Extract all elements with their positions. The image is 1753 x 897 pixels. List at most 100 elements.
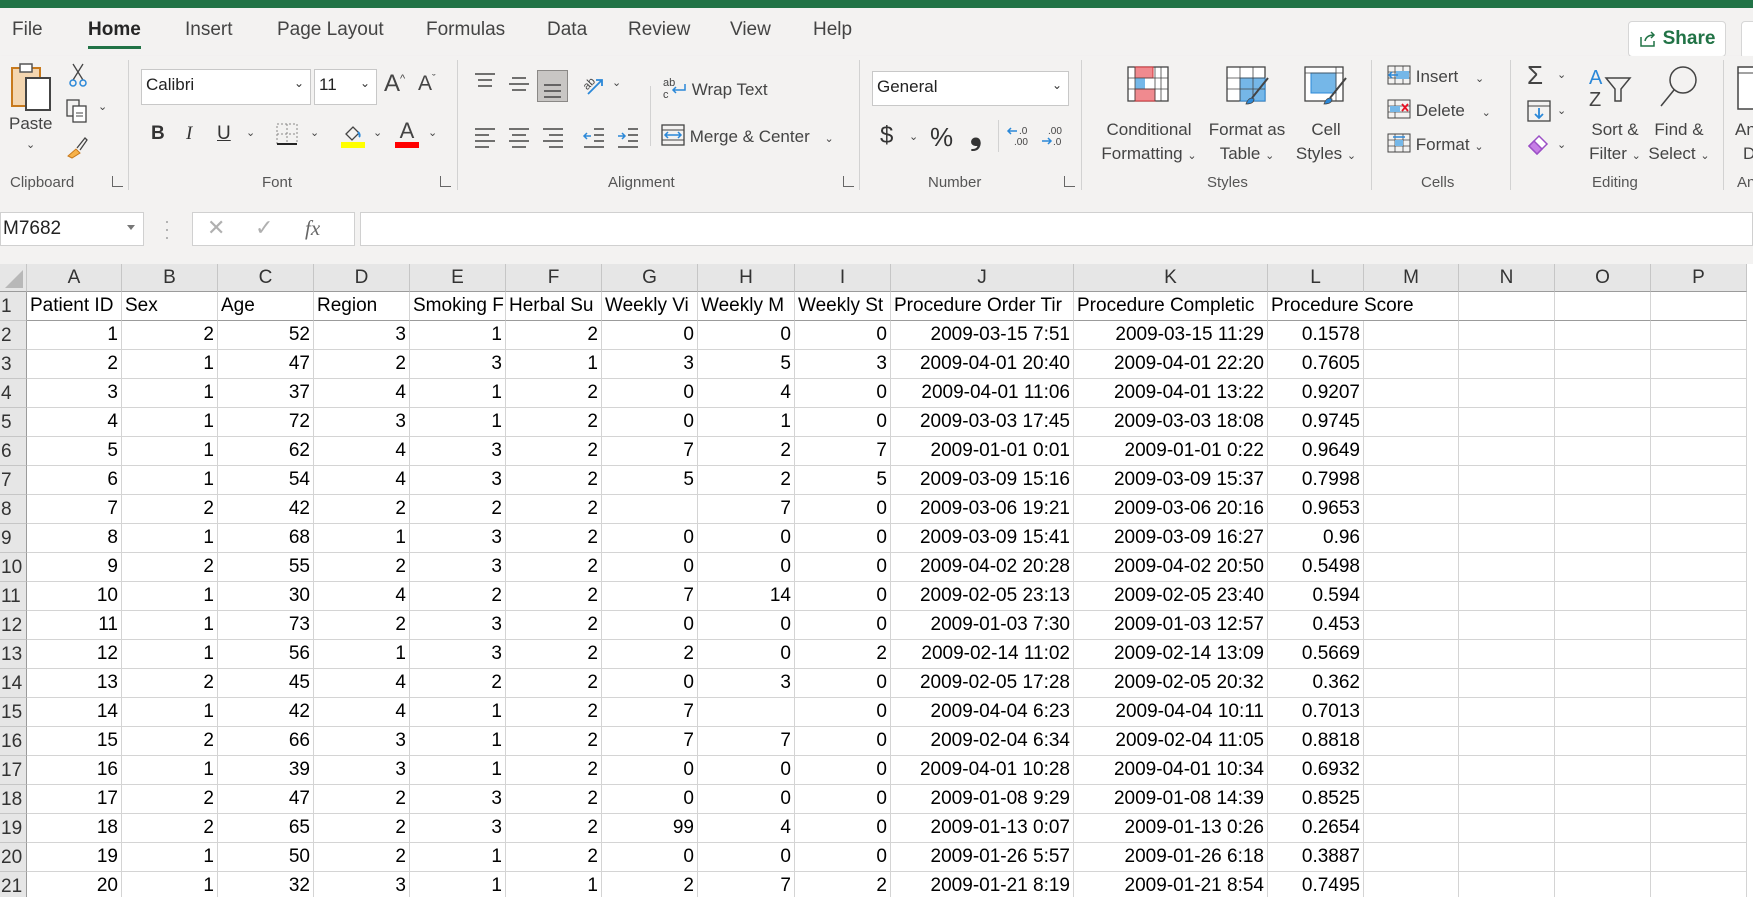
cell-f4[interactable]: 2 [506, 379, 602, 408]
row-header[interactable]: 18 [0, 785, 27, 814]
cell-b8[interactable]: 2 [122, 495, 218, 524]
cell-o16[interactable] [1555, 727, 1651, 756]
cell-n10[interactable] [1459, 553, 1555, 582]
cell-o3[interactable] [1555, 350, 1651, 379]
cell-p4[interactable] [1651, 379, 1747, 408]
cell-j2[interactable]: 2009-03-15 7:51 [891, 321, 1074, 350]
cell-b2[interactable]: 2 [122, 321, 218, 350]
cell-a20[interactable]: 19 [27, 843, 122, 872]
cell-n13[interactable] [1459, 640, 1555, 669]
cell-d1[interactable]: Region [314, 292, 410, 321]
cell-l11[interactable]: 0.594 [1268, 582, 1364, 611]
cell-e5[interactable]: 1 [410, 408, 506, 437]
cell-b9[interactable]: 1 [122, 524, 218, 553]
align-right-icon[interactable] [541, 126, 565, 148]
row-header[interactable]: 16 [0, 727, 27, 756]
cell-d11[interactable]: 4 [314, 582, 410, 611]
currency-button[interactable]: $ [880, 122, 893, 150]
cell-b12[interactable]: 1 [122, 611, 218, 640]
cell-j20[interactable]: 2009-01-26 5:57 [891, 843, 1074, 872]
cell-a10[interactable]: 9 [27, 553, 122, 582]
cell-f14[interactable]: 2 [506, 669, 602, 698]
column-header-b[interactable]: B [122, 264, 218, 292]
cell-m21[interactable] [1364, 872, 1459, 897]
cell-h15[interactable] [698, 698, 795, 727]
cell-k11[interactable]: 2009-02-05 23:40 [1074, 582, 1268, 611]
cell-c5[interactable]: 72 [218, 408, 314, 437]
cell-j12[interactable]: 2009-01-03 7:30 [891, 611, 1074, 640]
cell-f18[interactable]: 2 [506, 785, 602, 814]
cell-e2[interactable]: 1 [410, 321, 506, 350]
cell-n19[interactable] [1459, 814, 1555, 843]
cell-p15[interactable] [1651, 698, 1747, 727]
cell-k18[interactable]: 2009-01-08 14:39 [1074, 785, 1268, 814]
cell-e4[interactable]: 1 [410, 379, 506, 408]
cell-n18[interactable] [1459, 785, 1555, 814]
cell-p6[interactable] [1651, 437, 1747, 466]
cell-g12[interactable]: 0 [602, 611, 698, 640]
cell-n20[interactable] [1459, 843, 1555, 872]
cell-g20[interactable]: 0 [602, 843, 698, 872]
currency-dropdown-icon[interactable]: ⌄ [909, 130, 918, 143]
cell-j10[interactable]: 2009-04-02 20:28 [891, 553, 1074, 582]
cell-b15[interactable]: 1 [122, 698, 218, 727]
cell-j17[interactable]: 2009-04-01 10:28 [891, 756, 1074, 785]
cell-h14[interactable]: 3 [698, 669, 795, 698]
cell-j6[interactable]: 2009-01-01 0:01 [891, 437, 1074, 466]
cell-e1[interactable]: Smoking F [410, 292, 506, 321]
cell-a19[interactable]: 18 [27, 814, 122, 843]
italic-button[interactable]: I [186, 123, 192, 145]
cell-m16[interactable] [1364, 727, 1459, 756]
column-header-c[interactable]: C [218, 264, 314, 292]
format-cells-button[interactable]: Format ⌄ [1387, 132, 1484, 155]
column-header-l[interactable]: L [1268, 264, 1364, 292]
cell-p5[interactable] [1651, 408, 1747, 437]
cell-m7[interactable] [1364, 466, 1459, 495]
cell-b6[interactable]: 1 [122, 437, 218, 466]
cell-a12[interactable]: 11 [27, 611, 122, 640]
row-header[interactable]: 15 [0, 698, 27, 727]
cell-o12[interactable] [1555, 611, 1651, 640]
cell-a14[interactable]: 13 [27, 669, 122, 698]
cell-g13[interactable]: 2 [602, 640, 698, 669]
cell-n15[interactable] [1459, 698, 1555, 727]
row-header[interactable]: 1 [0, 292, 27, 321]
underline-dropdown-icon[interactable]: ⌄ [246, 126, 255, 139]
cell-k12[interactable]: 2009-01-03 12:57 [1074, 611, 1268, 640]
cell-l20[interactable]: 0.3887 [1268, 843, 1364, 872]
cell-f8[interactable]: 2 [506, 495, 602, 524]
format-painter-icon[interactable] [64, 134, 90, 160]
tab-insert[interactable]: Insert [185, 19, 233, 41]
copy-icon[interactable] [64, 98, 90, 124]
cell-h16[interactable]: 7 [698, 727, 795, 756]
cell-f13[interactable]: 2 [506, 640, 602, 669]
font-launcher-icon[interactable] [440, 176, 451, 187]
tab-view[interactable]: View [730, 19, 771, 41]
cell-j14[interactable]: 2009-02-05 17:28 [891, 669, 1074, 698]
middle-align-icon[interactable] [507, 74, 531, 94]
cell-a4[interactable]: 3 [27, 379, 122, 408]
cell-m2[interactable] [1364, 321, 1459, 350]
cell-o21[interactable] [1555, 872, 1651, 897]
row-header[interactable]: 14 [0, 669, 27, 698]
cell-c15[interactable]: 42 [218, 698, 314, 727]
cell-m14[interactable] [1364, 669, 1459, 698]
cell-l9[interactable]: 0.96 [1268, 524, 1364, 553]
cell-g8[interactable] [602, 495, 698, 524]
cell-o5[interactable] [1555, 408, 1651, 437]
cell-b16[interactable]: 2 [122, 727, 218, 756]
cell-i7[interactable]: 5 [795, 466, 891, 495]
cell-k1[interactable]: Procedure Completic [1074, 292, 1268, 321]
cell-j18[interactable]: 2009-01-08 9:29 [891, 785, 1074, 814]
cell-e6[interactable]: 3 [410, 437, 506, 466]
cell-k19[interactable]: 2009-01-13 0:26 [1074, 814, 1268, 843]
cell-m11[interactable] [1364, 582, 1459, 611]
cell-g3[interactable]: 3 [602, 350, 698, 379]
cell-p20[interactable] [1651, 843, 1747, 872]
cell-i12[interactable]: 0 [795, 611, 891, 640]
cell-h6[interactable]: 2 [698, 437, 795, 466]
cell-g11[interactable]: 7 [602, 582, 698, 611]
tab-home[interactable]: Home [88, 19, 141, 49]
cell-o4[interactable] [1555, 379, 1651, 408]
cell-i10[interactable]: 0 [795, 553, 891, 582]
